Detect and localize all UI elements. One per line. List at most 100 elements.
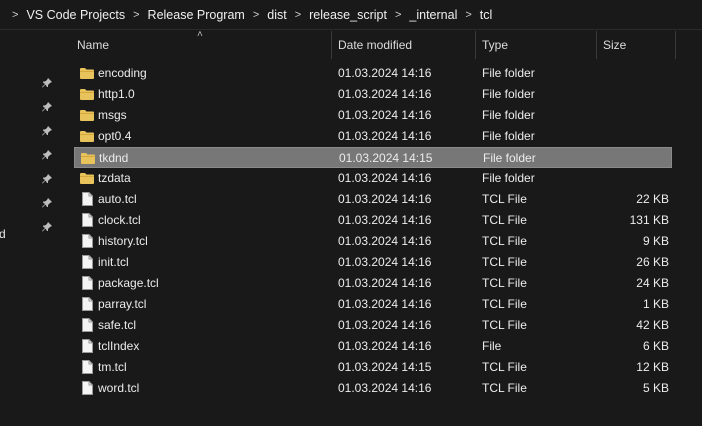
file-icon: [80, 381, 94, 396]
date-modified: 01.03.2024 14:16: [338, 381, 432, 395]
file-size: 131 KB: [629, 213, 669, 227]
navigation-pane: d: [0, 31, 60, 426]
file-icon: [80, 234, 94, 249]
file-row[interactable]: parray.tcl 01.03.2024 14:16 TCL File 1 KB: [74, 294, 672, 315]
chevron-right-icon[interactable]: >: [465, 9, 471, 21]
file-type: File folder: [482, 171, 535, 185]
file-row[interactable]: history.tcl 01.03.2024 14:16 TCL File 9 KB: [74, 231, 672, 252]
file-row[interactable]: safe.tcl 01.03.2024 14:16 TCL File 42 KB: [74, 315, 672, 336]
breadcrumb-item-dist[interactable]: dist: [267, 8, 286, 22]
folder-row[interactable]: encoding 01.03.2024 14:16 File folder: [74, 63, 672, 84]
file-name: history.tcl: [98, 234, 148, 248]
pin-icon[interactable]: [41, 149, 53, 161]
file-type: File folder: [482, 87, 535, 101]
column-header-name[interactable]: Name: [71, 31, 332, 59]
file-row[interactable]: tm.tcl 01.03.2024 14:15 TCL File 12 KB: [74, 357, 672, 378]
file-type: File folder: [482, 66, 535, 80]
file-row[interactable]: tclIndex 01.03.2024 14:16 File 6 KB: [74, 336, 672, 357]
file-type: TCL File: [482, 297, 527, 311]
file-icon: [80, 360, 94, 375]
file-icon: [80, 297, 94, 312]
nav-item-label[interactable]: d: [0, 227, 6, 241]
file-type: File: [482, 339, 502, 353]
folder-row[interactable]: tzdata 01.03.2024 14:16 File folder: [74, 168, 672, 189]
file-name: tm.tcl: [98, 360, 127, 374]
file-icon: [80, 339, 94, 354]
folder-row[interactable]: tkdnd 01.03.2024 14:15 File folder: [74, 147, 672, 168]
date-modified: 01.03.2024 14:16: [338, 234, 432, 248]
breadcrumb-item-vs-code-projects[interactable]: VS Code Projects: [26, 8, 125, 22]
folder-row[interactable]: msgs 01.03.2024 14:16 File folder: [74, 105, 672, 126]
file-name: parray.tcl: [98, 297, 147, 311]
file-size: 22 KB: [636, 192, 669, 206]
file-type: File folder: [482, 108, 535, 122]
date-modified: 01.03.2024 14:15: [338, 360, 432, 374]
folder-icon: [80, 87, 94, 102]
date-modified: 01.03.2024 14:16: [338, 129, 432, 143]
pin-icon[interactable]: [41, 101, 53, 113]
file-size: 9 KB: [642, 234, 669, 248]
file-size: 42 KB: [636, 318, 669, 332]
pin-icon[interactable]: [41, 221, 53, 233]
date-modified: 01.03.2024 14:16: [338, 87, 432, 101]
pin-icon[interactable]: [41, 173, 53, 185]
file-type: TCL File: [482, 276, 527, 290]
folder-row[interactable]: opt0.4 01.03.2024 14:16 File folder: [74, 126, 672, 147]
file-type: TCL File: [482, 192, 527, 206]
file-type: TCL File: [482, 234, 527, 248]
date-modified: 01.03.2024 14:16: [338, 297, 432, 311]
file-type: TCL File: [482, 255, 527, 269]
folder-icon: [80, 108, 94, 123]
pin-icon[interactable]: [41, 197, 53, 209]
file-name: encoding: [98, 66, 147, 80]
file-name: msgs: [98, 108, 127, 122]
file-icon: [80, 318, 94, 333]
chevron-right-icon[interactable]: >: [295, 9, 301, 21]
file-row[interactable]: init.tcl 01.03.2024 14:16 TCL File 26 KB: [74, 252, 672, 273]
file-name: auto.tcl: [98, 192, 137, 206]
file-type: File folder: [482, 129, 535, 143]
folder-icon: [80, 171, 94, 186]
file-size: 24 KB: [636, 276, 669, 290]
folder-icon: [80, 66, 94, 81]
date-modified: 01.03.2024 14:16: [338, 276, 432, 290]
file-name: word.tcl: [98, 381, 140, 395]
column-header-size[interactable]: Size: [597, 31, 676, 59]
chevron-right-icon[interactable]: >: [395, 9, 401, 21]
file-name: tkdnd: [99, 151, 129, 165]
file-type: TCL File: [482, 213, 527, 227]
file-size: 12 KB: [636, 360, 669, 374]
file-type: TCL File: [482, 360, 527, 374]
pin-icon[interactable]: [41, 77, 53, 89]
breadcrumb-item-release-script[interactable]: release_script: [309, 8, 387, 22]
file-row[interactable]: clock.tcl 01.03.2024 14:16 TCL File 131 KB: [74, 210, 672, 231]
chevron-right-icon[interactable]: >: [133, 9, 139, 21]
file-name: init.tcl: [98, 255, 129, 269]
file-list: ˄ Name Date modified Type Size encoding 0…: [61, 29, 702, 426]
breadcrumb-item-tcl[interactable]: tcl: [480, 8, 493, 22]
column-header-date-modified[interactable]: Date modified: [332, 31, 476, 59]
file-row[interactable]: word.tcl 01.03.2024 14:16 TCL File 5 KB: [74, 378, 672, 399]
file-name: safe.tcl: [98, 318, 137, 332]
chevron-right-icon[interactable]: >: [12, 9, 18, 21]
folder-icon: [81, 151, 95, 166]
breadcrumb: > VS Code Projects > Release Program > d…: [0, 0, 702, 30]
column-header-type[interactable]: Type: [476, 31, 597, 59]
date-modified: 01.03.2024 14:16: [338, 255, 432, 269]
file-row[interactable]: package.tcl 01.03.2024 14:16 TCL File 24 KB: [74, 273, 672, 294]
folder-row[interactable]: http1.0 01.03.2024 14:16 File folder: [74, 84, 672, 105]
pin-icon[interactable]: [41, 125, 53, 137]
file-size: 5 KB: [642, 381, 669, 395]
date-modified: 01.03.2024 14:16: [338, 339, 432, 353]
file-name: http1.0: [98, 87, 135, 101]
breadcrumb-item-internal[interactable]: _internal: [409, 8, 457, 22]
chevron-right-icon[interactable]: >: [253, 9, 259, 21]
date-modified: 01.03.2024 14:16: [338, 171, 432, 185]
column-header-row: ˄ Name Date modified Type Size: [61, 29, 702, 59]
date-modified: 01.03.2024 14:15: [339, 151, 433, 165]
breadcrumb-item-release-program[interactable]: Release Program: [148, 8, 245, 22]
file-row[interactable]: auto.tcl 01.03.2024 14:16 TCL File 22 KB: [74, 189, 672, 210]
file-size: 6 KB: [642, 339, 669, 353]
file-name: opt0.4: [98, 129, 132, 143]
date-modified: 01.03.2024 14:16: [338, 108, 432, 122]
